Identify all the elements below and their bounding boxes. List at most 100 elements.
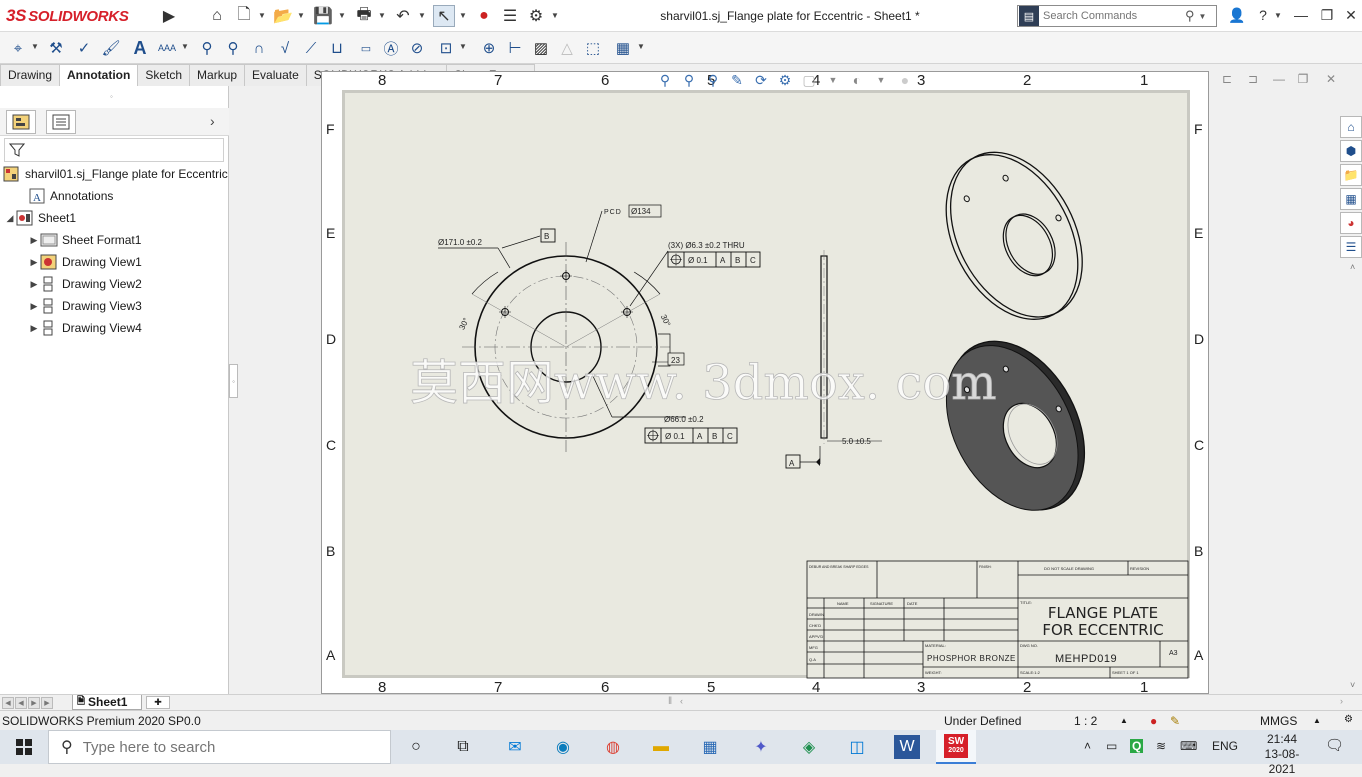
pcd-label[interactable]: PCD <box>604 209 622 216</box>
chevron-right-icon[interactable]: › <box>210 113 215 129</box>
solidworks-logo[interactable]: 3S SOLIDWORKS <box>6 4 129 28</box>
save-icon[interactable]: 💾 <box>312 5 334 27</box>
cortana-icon[interactable]: ○ <box>396 733 436 761</box>
tables-icon[interactable]: ▦ <box>611 36 635 60</box>
doc-restore-icon[interactable]: ❐ <box>1293 70 1313 88</box>
thickness-dim[interactable]: 5.0 ±0.5 <box>842 437 871 446</box>
property-manager-tab-icon[interactable] <box>46 110 76 134</box>
solidworks-taskbar-icon[interactable]: SW 2020 <box>936 730 976 764</box>
iso-view-wireframe[interactable] <box>919 130 1108 342</box>
system-clock[interactable]: 21:44 13-08-2021 <box>1253 732 1311 777</box>
mail-icon[interactable]: ✉ <box>495 733 535 761</box>
fcf-holes[interactable] <box>667 251 761 268</box>
undo-caret-icon[interactable]: ▼ <box>418 11 426 21</box>
rebuild-status-icon[interactable]: ● <box>1150 714 1157 728</box>
angle-dim-right[interactable]: 30° <box>659 313 672 328</box>
auto-balloon-icon[interactable]: ⚲ <box>221 36 245 60</box>
sheet-scale-text[interactable]: 1 : 2 <box>1074 714 1097 728</box>
angle-dim-left[interactable]: 30° <box>457 316 470 331</box>
store-icon[interactable]: ◫ <box>837 733 877 761</box>
tb-size-value[interactable]: A3 <box>1169 650 1178 657</box>
units-caret-icon[interactable]: ▲ <box>1313 716 1321 725</box>
tab-annotation[interactable]: Annotation <box>59 64 139 86</box>
file-explorer-icon[interactable]: 📁 <box>1340 164 1362 186</box>
scroll-up-icon[interactable]: ˄ <box>1350 262 1355 272</box>
options-caret-icon[interactable]: ▼ <box>551 11 559 21</box>
tree-item-annotations[interactable]: A Annotations <box>16 186 113 206</box>
options-gear-icon[interactable]: ⚙ <box>525 5 547 27</box>
note-pattern-caret-icon[interactable]: ▼ <box>181 42 189 52</box>
linear-note-pattern-icon[interactable]: AAA <box>155 36 179 60</box>
word-icon[interactable]: W <box>894 735 920 759</box>
file-explorer-taskbar-icon[interactable]: ▬ <box>641 733 681 761</box>
expand-arrow-icon[interactable]: ▶ <box>28 301 40 312</box>
tb-title-line2[interactable]: FOR ECCENTRIC <box>1042 621 1163 639</box>
tree-item-drawing-view3[interactable]: ▶ Drawing View3 <box>28 296 142 316</box>
spell-checker-icon[interactable]: ✓ <box>72 36 96 60</box>
appearance-icon[interactable]: ● <box>895 70 915 90</box>
show-hidden-icons-icon[interactable]: ˄ <box>1084 739 1091 753</box>
search-caret-icon[interactable]: ▼ <box>1199 12 1207 21</box>
appearances-icon[interactable]: ◕ <box>1340 212 1362 234</box>
view-tile2-icon[interactable]: ⊐ <box>1243 70 1263 88</box>
hide-show-caret-icon[interactable]: ▼ <box>871 70 891 90</box>
revision-cloud-icon[interactable]: ⬚ <box>581 36 605 60</box>
tab-sketch[interactable]: Sketch <box>137 64 191 86</box>
undo-icon[interactable]: ↶ <box>392 5 414 27</box>
tab-markup[interactable]: Markup <box>189 64 246 86</box>
open-folder-icon[interactable]: 📂 <box>272 5 294 27</box>
filter-funnel-icon[interactable] <box>9 142 25 158</box>
hscroll-grip-icon[interactable]: ‖ <box>668 696 672 707</box>
next-sheet-icon[interactable]: ▶ <box>28 697 40 709</box>
collapse-arrow-icon[interactable]: ◢ <box>4 213 16 224</box>
drawing-canvas[interactable]: Ø171.0 ±0.2 B PCD Ø134 (3X) Ø6.3 ±0.2 TH… <box>322 72 1210 695</box>
tab-evaluate[interactable]: Evaluate <box>244 64 307 86</box>
view-tile-icon[interactable]: ⊏ <box>1217 70 1237 88</box>
taskbar-search-input[interactable] <box>82 738 343 756</box>
model-items-icon[interactable]: ⚒ <box>44 36 68 60</box>
blocks-icon[interactable]: ⊡ <box>434 36 458 60</box>
surface-finish-icon[interactable]: √ <box>273 36 297 60</box>
expand-arrow-icon[interactable]: ▶ <box>28 279 40 290</box>
scale-caret-icon[interactable]: ▲ <box>1120 716 1128 725</box>
expand-arrow-icon[interactable]: ▶ <box>28 235 40 246</box>
tree-item-sheet-format1[interactable]: ▶ Sheet Format1 <box>28 230 142 250</box>
weld-symbol-icon[interactable]: ⟋ <box>299 36 323 60</box>
doc-close-icon[interactable]: ✕ <box>1321 70 1341 88</box>
print-caret-icon[interactable]: ▼ <box>378 11 386 21</box>
task-view-icon[interactable]: ⧉ <box>443 733 483 761</box>
help-icon[interactable]: ? <box>1250 4 1276 26</box>
balloon-icon[interactable]: ⚲ <box>195 36 219 60</box>
open-caret-icon[interactable]: ▼ <box>297 11 305 21</box>
splitter-grip-icon[interactable]: ◦ <box>229 364 238 398</box>
previous-view-icon[interactable]: ⚲ <box>703 70 723 90</box>
area-hatch-icon[interactable]: ▨ <box>529 36 553 60</box>
tb-material-value[interactable]: PHOSPHOR BRONZE <box>927 654 1016 663</box>
close-window-icon[interactable]: ✕ <box>1338 4 1362 26</box>
panel-splitter[interactable]: ◦ <box>229 86 239 694</box>
file-properties-icon[interactable]: ☰ <box>499 5 521 27</box>
user-account-icon[interactable]: 👤 <box>1224 4 1250 26</box>
revision-symbol-icon[interactable]: △ <box>555 36 579 60</box>
first-sheet-icon[interactable]: ◀ <box>2 697 14 709</box>
display-style-icon[interactable]: ▢ <box>799 70 819 90</box>
display-style-caret-icon[interactable]: ▼ <box>823 70 843 90</box>
minimize-window-icon[interactable]: — <box>1288 4 1314 26</box>
select-cursor-icon[interactable]: ↖ <box>433 5 455 27</box>
wifi-icon[interactable]: ≋ <box>1156 739 1166 753</box>
notifications-icon[interactable]: 🗨 <box>1325 736 1344 754</box>
search-source-icon[interactable]: ▤ <box>1019 6 1039 26</box>
tree-item-drawing-view2[interactable]: ▶ Drawing View2 <box>28 274 142 294</box>
feature-manager-tab-icon[interactable] <box>6 110 36 134</box>
scroll-right-icon[interactable]: › <box>1340 696 1343 706</box>
search-icon[interactable]: ⚲ <box>1185 8 1195 24</box>
quick-heal-icon[interactable]: Q <box>1130 739 1144 753</box>
zoom-to-fit-icon[interactable]: ⚲ <box>655 70 675 90</box>
customize-status-icon[interactable]: ⚙ <box>1344 714 1353 725</box>
iso-view-shaded[interactable] <box>919 318 1112 535</box>
graphics-area[interactable]: 8 7 6 5 4 3 2 1 8 7 6 5 4 3 2 1 F E D C … <box>321 71 1210 696</box>
zoom-to-area-icon[interactable]: ⚲ <box>679 70 699 90</box>
geometric-tolerance-icon[interactable]: ▭ <box>354 36 378 60</box>
print-icon[interactable]: 🖶 <box>353 5 375 27</box>
tree-item-drawing-view4[interactable]: ▶ Drawing View4 <box>28 318 142 338</box>
